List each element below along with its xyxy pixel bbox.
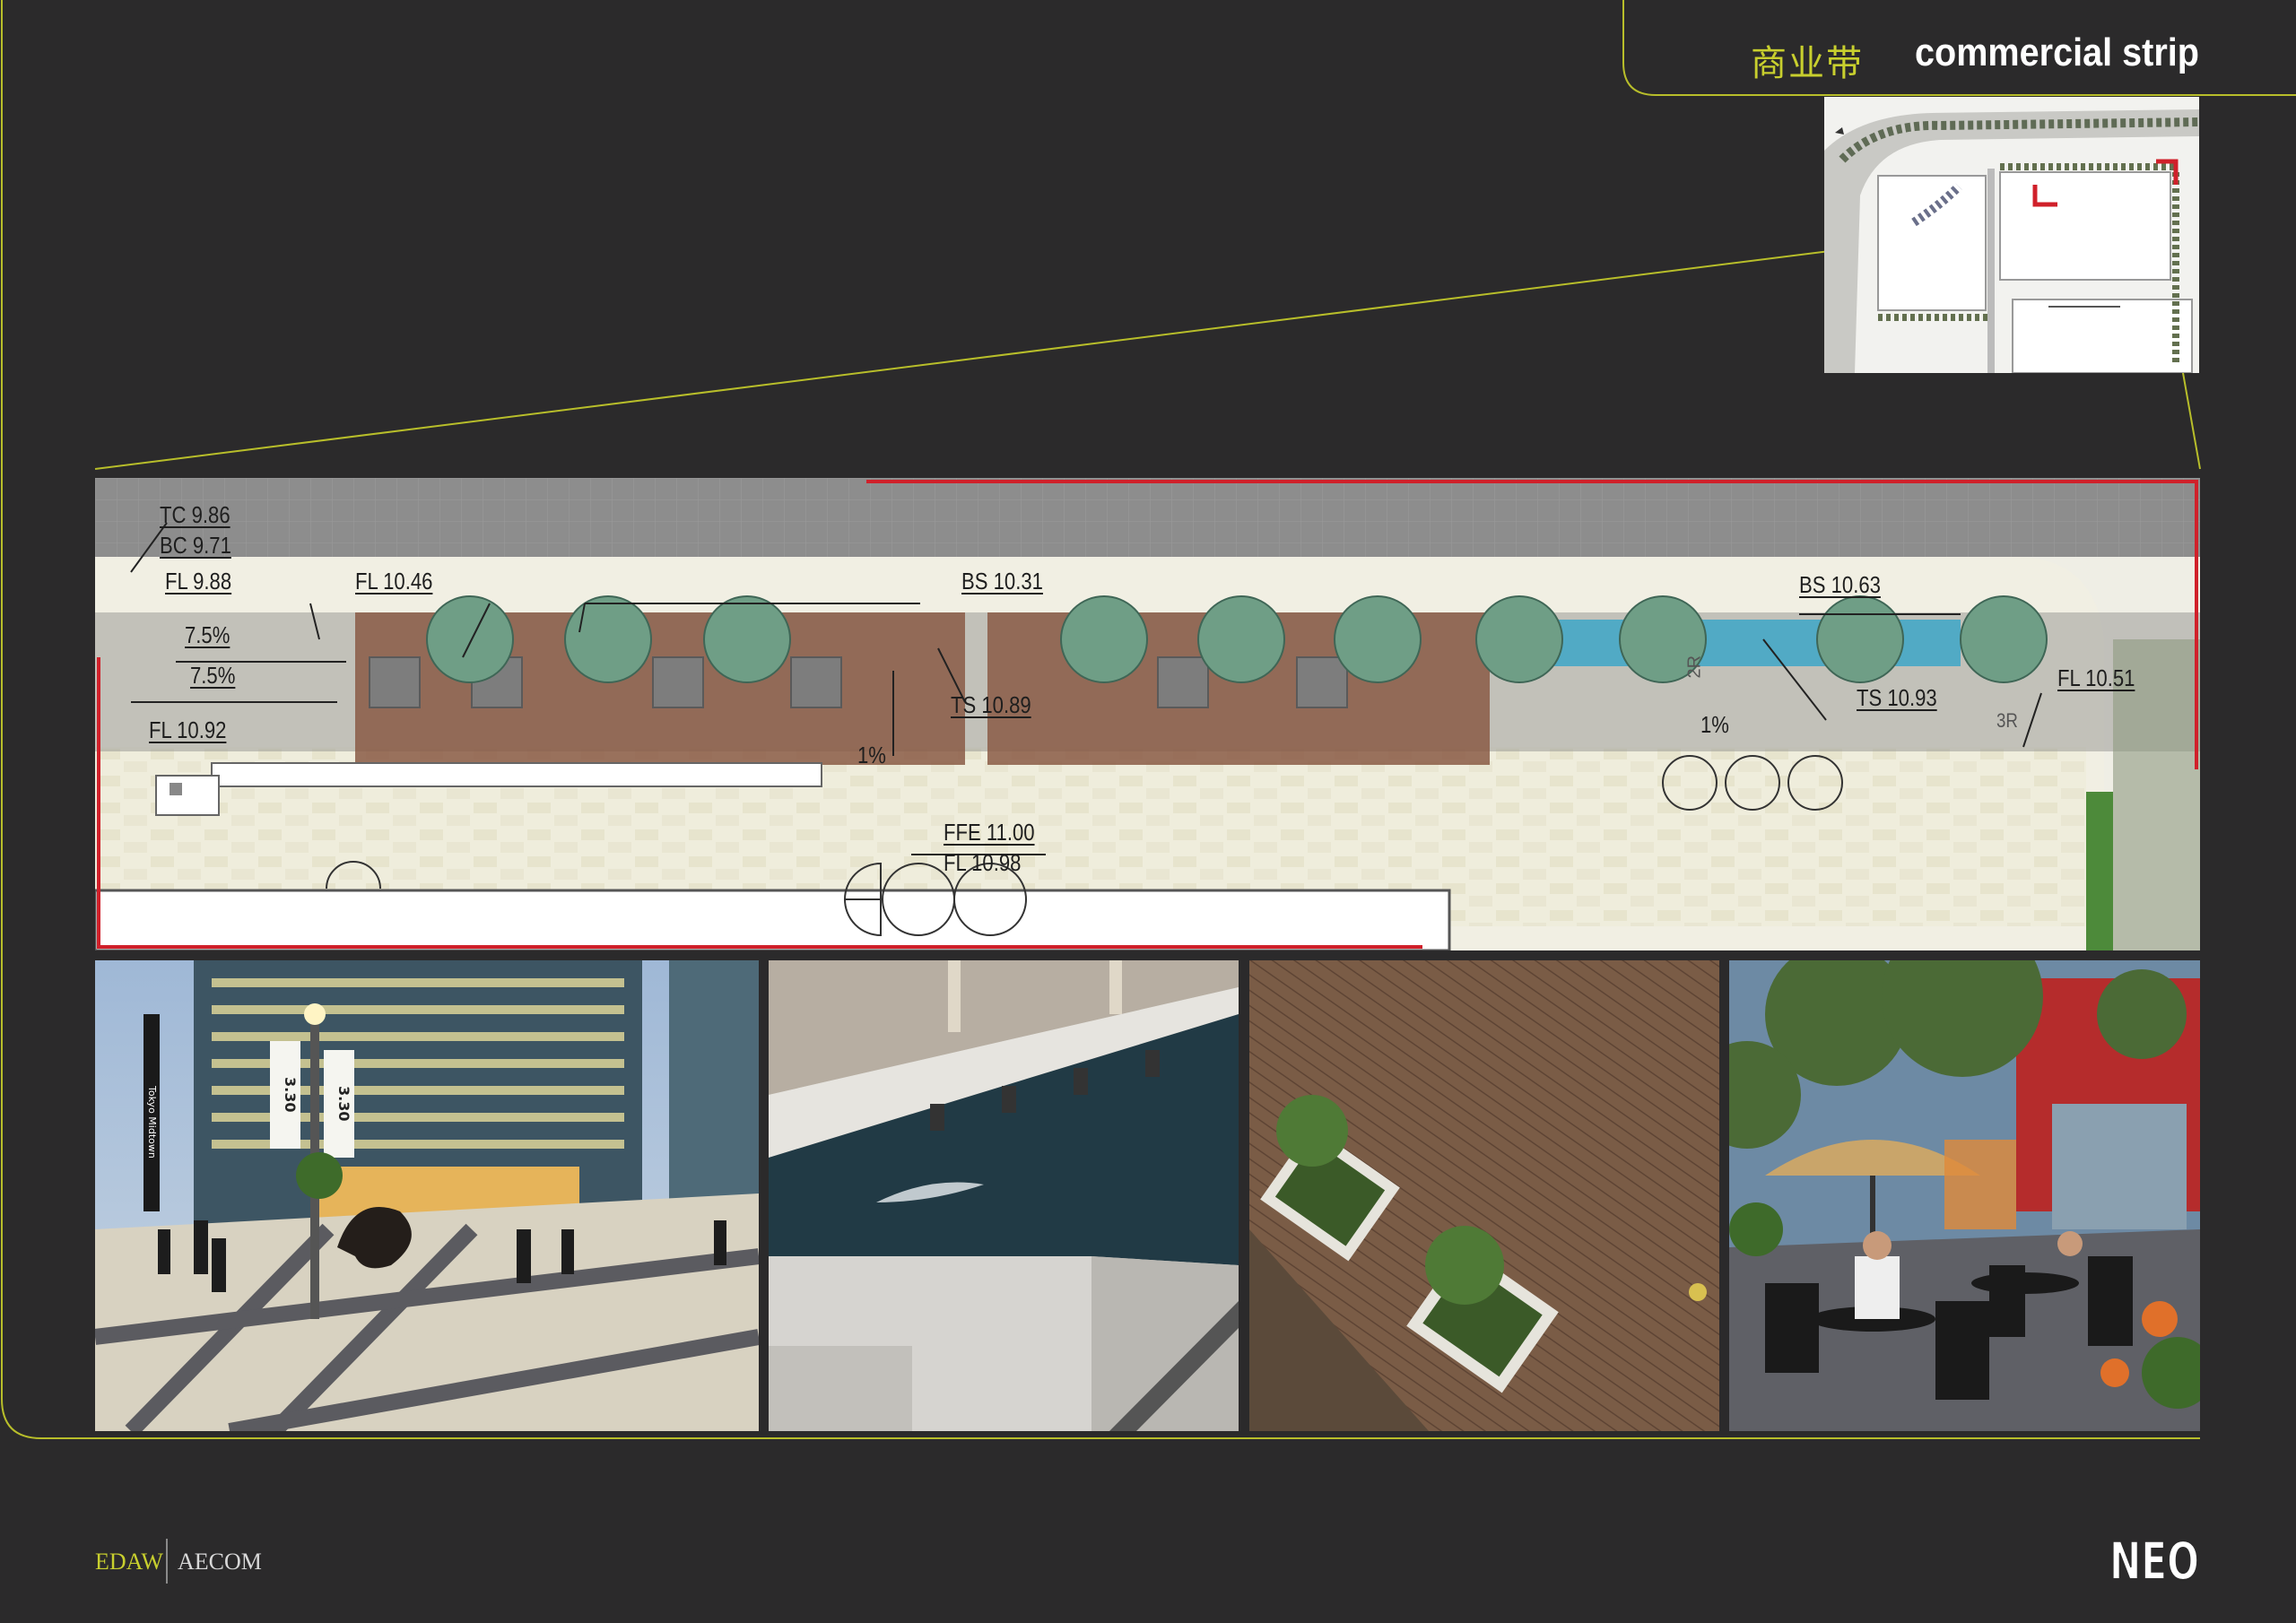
label-fl-5: FL 10.51	[2057, 664, 2135, 691]
label-slope-1: 7.5%	[185, 621, 230, 648]
footer-aecom-logo: AECOM	[178, 1549, 262, 1575]
label-fl-2: FL 10.46	[355, 568, 433, 595]
neo-logo: NEO	[2109, 1530, 2199, 1586]
label-pct-1: 1%	[857, 742, 886, 768]
label-bc: BC 9.71	[160, 532, 231, 559]
banner-text-2: 3.30	[335, 1086, 352, 1121]
photo-outdoor-cafe	[1729, 960, 2200, 1431]
label-fl-3: FL 10.92	[149, 716, 227, 743]
photo-water-drawing	[769, 960, 1239, 1431]
photo-water-channel	[769, 960, 1239, 1431]
photo-plaza-evening: 3.30 3.30 Tokyo Midtown	[95, 960, 759, 1431]
label-pct-2: 1%	[1700, 711, 1729, 738]
pole-sign-text: Tokyo Midtown	[146, 1085, 158, 1159]
label-tc: TC 9.86	[160, 501, 230, 528]
photo-plaza-drawing: 3.30 3.30 Tokyo Midtown	[95, 960, 759, 1431]
banner-text-1: 3.30	[282, 1077, 299, 1112]
plan-drawing	[95, 478, 2200, 950]
label-fl-1: FL 9.88	[165, 568, 232, 595]
label-ffe: FFE 11.00	[944, 819, 1035, 846]
photo-cafe-drawing	[1729, 960, 2200, 1431]
label-bs-2: BS 10.63	[1799, 571, 1881, 598]
key-map-drawing	[1824, 97, 2199, 373]
photo-deck-drawing	[1249, 960, 1719, 1431]
title-chinese: 商业带	[1751, 43, 1864, 84]
footer-edaw-logo: EDAW	[95, 1549, 163, 1575]
photo-wood-deck-planters	[1249, 960, 1719, 1431]
label-riser-2r: 2R	[1684, 655, 1705, 679]
label-riser-3r: 3R	[1996, 709, 2018, 732]
label-fl-4: FL 10.98	[944, 849, 1022, 876]
label-ts-1: TS 10.89	[951, 691, 1031, 718]
neo-logo-text: NEO	[2109, 1531, 2199, 1586]
enlarged-site-plan: TC 9.86 BC 9.71 FL 9.88 FL 10.46 7.5% 7.…	[95, 478, 2200, 950]
label-bs-1: BS 10.31	[961, 568, 1043, 595]
key-map	[1824, 97, 2199, 373]
footer-divider	[166, 1539, 168, 1584]
label-ts-2: TS 10.93	[1857, 684, 1937, 711]
title-english: commercial strip	[1915, 30, 2199, 74]
label-slope-2: 7.5%	[190, 662, 236, 689]
